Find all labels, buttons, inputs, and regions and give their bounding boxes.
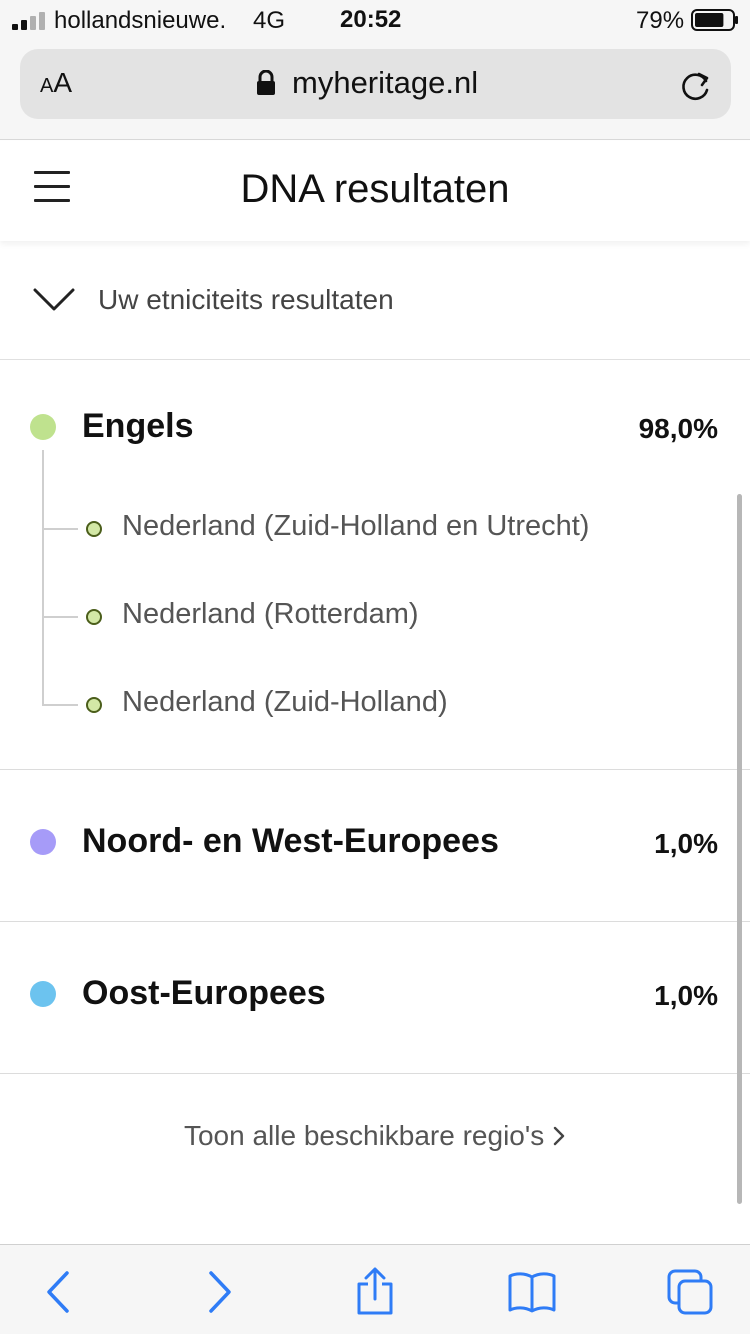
page-title: DNA resultaten — [240, 167, 510, 211]
ethnicity-percent: 1,0% — [654, 828, 718, 859]
subregion-item[interactable]: Nederland (Rotterdam) — [44, 596, 694, 636]
tree-branch — [44, 616, 78, 618]
url-domain[interactable]: myheritage.nl — [292, 65, 478, 101]
ethnicity-row-noord-west-europees[interactable]: Noord- en West-Europees 1,0% — [0, 770, 750, 922]
clock: 20:52 — [340, 6, 402, 33]
ethnicity-name: Oost-Europees — [82, 974, 326, 1012]
network-type: 4G — [253, 7, 286, 34]
show-all-regions-link[interactable]: Toon alle beschikbare regio's — [0, 1120, 750, 1152]
ethnicity-color-dot — [30, 981, 56, 1007]
ethnicity-color-dot — [30, 829, 56, 855]
scrollbar-thumb[interactable] — [737, 494, 742, 1204]
carrier-name: hollandsnieuwe. — [54, 7, 227, 34]
share-icon[interactable] — [350, 1267, 400, 1317]
subregion-label: Nederland (Zuid-Holland) — [122, 686, 448, 718]
ethnicity-name: Engels — [82, 407, 194, 445]
battery-percent: 79% — [636, 7, 685, 34]
app-header: DNA resultaten — [0, 141, 750, 241]
ethnicity-row-oost-europees[interactable]: Oost-Europees 1,0% — [0, 922, 750, 1074]
ethnicity-percent: 98,0% — [638, 413, 718, 444]
battery-icon — [691, 9, 738, 31]
subregion-label: Nederland (Zuid-Holland en Utrecht) — [122, 510, 590, 542]
cellular-signal-icon — [12, 12, 45, 30]
ethnicity-results-toggle[interactable]: Uw etniciteits resultaten — [0, 242, 750, 360]
back-icon[interactable] — [34, 1267, 84, 1317]
ethnicity-percent: 1,0% — [654, 980, 718, 1011]
reload-icon[interactable] — [680, 68, 712, 102]
bookmarks-icon[interactable] — [507, 1267, 557, 1317]
chevron-down-icon — [33, 288, 75, 311]
browser-toolbar — [0, 1244, 750, 1334]
subregion-dot — [86, 697, 102, 713]
subregion-dot — [86, 521, 102, 537]
browser-address-area: AA myheritage.nl — [0, 40, 750, 140]
show-all-label: Toon alle beschikbare regio's — [183, 1120, 545, 1151]
subregion-item[interactable]: Nederland (Zuid-Holland en Utrecht) — [44, 508, 694, 548]
text-size-button[interactable]: AA — [40, 67, 72, 99]
status-bar: hollandsnieuwe. 4G 20:52 79% — [0, 0, 750, 40]
lock-icon — [257, 70, 275, 95]
tree-branch — [44, 704, 78, 706]
tree-branch — [44, 528, 78, 530]
chevron-right-icon — [553, 1126, 565, 1146]
tabs-icon[interactable] — [665, 1267, 715, 1317]
address-bar[interactable]: AA myheritage.nl — [20, 49, 731, 119]
forward-icon[interactable] — [194, 1267, 244, 1317]
ethnicity-color-dot — [30, 414, 56, 440]
subregion-label: Nederland (Rotterdam) — [122, 598, 419, 630]
ethnicity-name: Noord- en West-Europees — [82, 822, 499, 860]
subregion-tree-line — [42, 450, 44, 706]
subregion-dot — [86, 609, 102, 625]
accordion-label: Uw etniciteits resultaten — [98, 284, 394, 315]
subregion-item[interactable]: Nederland (Zuid-Holland) — [44, 684, 694, 724]
